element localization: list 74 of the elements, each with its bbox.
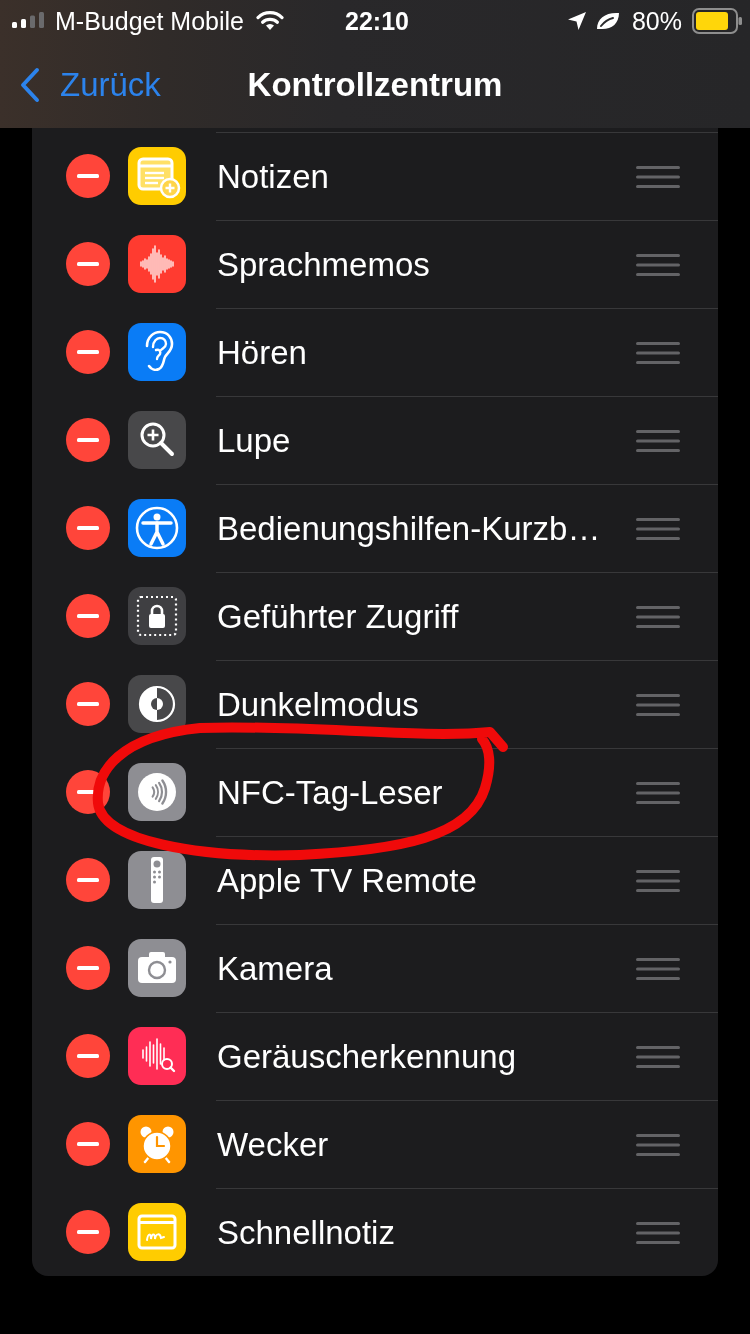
- drag-handle-icon[interactable]: [636, 341, 680, 364]
- drag-handle-icon[interactable]: [636, 1045, 680, 1068]
- item-label: Geführter Zugriff: [216, 597, 459, 636]
- waveform-icon: [128, 235, 186, 293]
- minus-icon: [77, 1230, 99, 1234]
- leaf-icon: [595, 11, 620, 31]
- clock-time: 22:10: [345, 6, 409, 36]
- drag-handle-icon[interactable]: [636, 429, 680, 452]
- location-arrow-icon: [567, 12, 586, 30]
- alarm-clock-icon: [128, 1115, 186, 1173]
- carrier-name: M-Budget Mobile: [55, 6, 244, 36]
- dotted-lock-icon: [128, 587, 186, 645]
- page-title: Kontrollzentrum: [247, 66, 503, 104]
- minus-icon: [77, 614, 99, 618]
- item-label: Geräuscherkennung: [216, 1037, 517, 1076]
- item-label: Sprachmemos: [216, 245, 430, 284]
- item-label: Schnellnotiz: [216, 1213, 395, 1252]
- quick-note-icon: [128, 1203, 186, 1261]
- accessibility-icon: [128, 499, 186, 557]
- back-button[interactable]: Zurück: [0, 66, 161, 104]
- drag-handle-icon[interactable]: [636, 605, 680, 628]
- item-label: Wecker: [216, 1125, 329, 1164]
- drag-handle-icon[interactable]: [636, 253, 680, 276]
- item-label: NFC-Tag-Leser: [216, 773, 443, 812]
- minus-icon: [77, 526, 99, 530]
- ear-icon: [128, 323, 186, 381]
- remove-button[interactable]: [66, 946, 110, 990]
- drag-handle-icon[interactable]: [636, 693, 680, 716]
- battery-icon: [692, 8, 742, 34]
- drag-handle-icon[interactable]: [636, 1133, 680, 1156]
- remove-button[interactable]: [66, 506, 110, 550]
- item-label: Bedienungshilfen-Kurzb…: [216, 509, 601, 548]
- wifi-icon: [256, 11, 284, 31]
- minus-icon: [77, 262, 99, 266]
- remove-button[interactable]: [66, 418, 110, 462]
- item-label: Notizen: [216, 157, 329, 196]
- item-label: Hören: [216, 333, 307, 372]
- signal-bars-icon: [12, 12, 44, 28]
- drag-handle-icon[interactable]: [636, 869, 680, 892]
- waveform-search-icon: [128, 1027, 186, 1085]
- remove-button[interactable]: [66, 1122, 110, 1166]
- remote-icon: [128, 851, 186, 909]
- minus-icon: [77, 174, 99, 178]
- camera-icon: [128, 939, 186, 997]
- remove-button[interactable]: [66, 330, 110, 374]
- item-label: Lupe: [216, 421, 291, 460]
- battery-percentage: 80%: [631, 6, 682, 36]
- minus-icon: [77, 1054, 99, 1058]
- zoom-in-icon: [128, 411, 186, 469]
- item-label: Dunkelmodus: [216, 685, 419, 724]
- minus-icon: [77, 878, 99, 882]
- minus-icon: [77, 438, 99, 442]
- remove-button[interactable]: [66, 1034, 110, 1078]
- drag-handle-icon[interactable]: [636, 957, 680, 980]
- item-label: Kamera: [216, 949, 333, 988]
- note-add-icon: [128, 147, 186, 205]
- remove-button[interactable]: [66, 594, 110, 638]
- minus-icon: [77, 350, 99, 354]
- remove-button[interactable]: [66, 682, 110, 726]
- remove-button[interactable]: [66, 154, 110, 198]
- contrast-icon: [128, 675, 186, 733]
- minus-icon: [77, 702, 99, 706]
- drag-handle-icon[interactable]: [636, 1221, 680, 1244]
- remove-button[interactable]: [66, 1210, 110, 1254]
- drag-handle-icon[interactable]: [636, 165, 680, 188]
- remove-button[interactable]: [66, 858, 110, 902]
- drag-handle-icon[interactable]: [636, 517, 680, 540]
- contactless-icon: [128, 763, 186, 821]
- minus-icon: [77, 966, 99, 970]
- item-label: Apple TV Remote: [216, 861, 477, 900]
- drag-handle-icon[interactable]: [636, 781, 680, 804]
- remove-button[interactable]: [66, 242, 110, 286]
- minus-icon: [77, 1142, 99, 1146]
- chevron-left-icon: [20, 67, 40, 103]
